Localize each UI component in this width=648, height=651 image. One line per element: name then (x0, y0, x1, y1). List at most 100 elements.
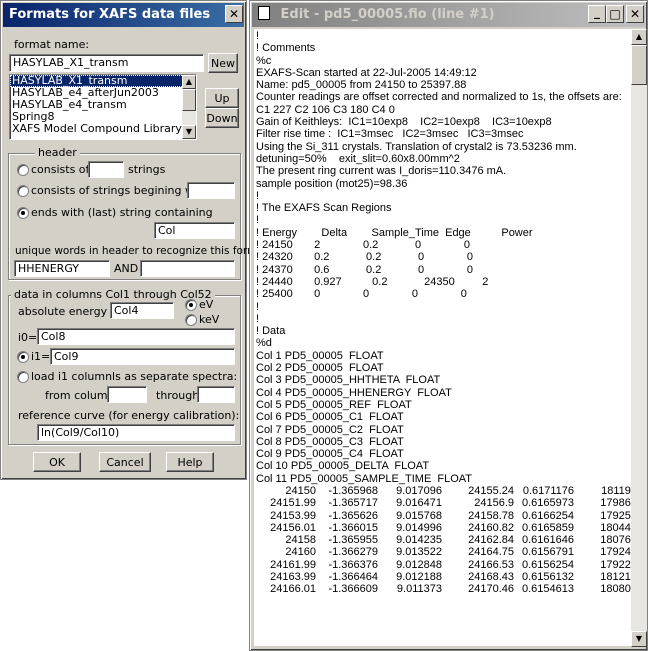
table-cell: 0.6154613 (522, 583, 574, 596)
table-cell: 0.6165859 (522, 521, 574, 534)
table-cell: 24161.99 (270, 558, 316, 571)
reference-curve-input[interactable]: ln(Col9/Col10) (37, 424, 235, 441)
table-cell: 179864 (600, 497, 632, 510)
table-cell: 181215 (600, 571, 632, 584)
table-cell: 24164.75 (468, 546, 514, 559)
through-input[interactable] (197, 386, 235, 403)
and-label: AND (114, 262, 139, 275)
formats-list-scrollbar[interactable]: ▲ ▼ (182, 75, 196, 139)
table-cell: 9.015768 (396, 509, 442, 522)
table-cell: -1.365717 (328, 497, 378, 510)
table-cell: 179243 (600, 546, 632, 559)
cancel-button[interactable]: Cancel (99, 452, 151, 472)
document-icon (258, 6, 270, 20)
table-cell: 9.012188 (396, 571, 442, 584)
i0-input[interactable]: Col8 (37, 328, 235, 345)
table-cell: 181193 (601, 484, 632, 497)
table-cell: 0.6171176 (522, 484, 574, 497)
ok-button[interactable]: OK (33, 452, 81, 472)
editor-window: Edit - pd5_00005.fio (line #1) _ □ ✕ !! … (249, 0, 648, 651)
formats-dialog: Formats for XAFS data files ✕ format nam… (0, 0, 268, 480)
table-row: 24163.99 -1.366464 9.012188 24168.43 0.61561… (254, 571, 632, 583)
load-i1-radio[interactable] (17, 371, 29, 383)
help-button[interactable]: Help (166, 452, 214, 472)
editor-titlebar[interactable]: Edit - pd5_00005.fio (line #1) (252, 3, 645, 27)
table-cell: 24153.99 (270, 509, 316, 522)
unique-word2-input[interactable] (140, 260, 235, 277)
scroll-up-icon[interactable]: ▲ (182, 75, 196, 89)
formats-dialog-titlebar[interactable]: Formats for XAFS data files (3, 3, 244, 27)
table-cell: 9.014235 (396, 534, 442, 547)
kev-radio[interactable] (185, 314, 197, 326)
text-line: %d (256, 337, 272, 350)
format-name-input[interactable]: HASYLAB_X1_transm (9, 54, 204, 72)
close-icon[interactable]: ✕ (225, 5, 243, 23)
scroll-down-icon[interactable]: ▼ (631, 631, 647, 647)
text-line: Col 5 PD5_00005_REF FLOAT (256, 398, 412, 411)
ends-with-label: ends with (last) string containing (31, 206, 213, 219)
table-cell: 180803 (600, 583, 632, 596)
ends-with-input[interactable]: Col (154, 222, 235, 239)
table-row: 24166.01 -1.366609 9.011373 24170.46 0.61546… (254, 583, 632, 595)
down-button[interactable]: Down (205, 108, 239, 128)
editor-text-area[interactable]: !! Comments %c EXAFS-Scan started at 22-Ju… (254, 29, 632, 646)
table-cell: 24170.46 (468, 583, 514, 596)
table-row: 24156.01 -1.366015 9.014996 24160.82 0.61658… (254, 522, 632, 534)
scroll-up-icon[interactable]: ▲ (631, 29, 647, 45)
columns-group-label: data in columns Col1 through Col52 (11, 288, 215, 301)
maximize-icon[interactable]: □ (606, 5, 624, 23)
through-label: through (156, 389, 200, 402)
kev-label: keV (199, 313, 220, 326)
load-i1-label: load i1 columnls as separate spectra: (31, 370, 238, 383)
text-line: EXAFS-Scan started at 22-Jul-2005 14:49:… (256, 66, 477, 79)
vertical-scrollbar[interactable]: ▲ ▼ (631, 29, 647, 647)
table-cell: -1.366376 (328, 558, 378, 571)
text-line: Col 1 PD5_00005 FLOAT (256, 349, 384, 362)
from-column-input[interactable] (107, 386, 147, 403)
i1-input[interactable]: Col9 (50, 348, 235, 365)
text-line: ! 24320 0.2 0.2 0 0 (256, 251, 474, 264)
table-cell: 9.011373 (396, 583, 442, 596)
text-line: Col 2 PD5_00005 FLOAT (256, 362, 384, 375)
table-cell: 24166.53 (468, 558, 514, 571)
consists-begin-input[interactable] (187, 182, 235, 199)
list-item[interactable]: XAFS Model Compound Library (10, 123, 196, 135)
consists-begin-radio[interactable] (17, 185, 29, 197)
table-cell: -1.366609 (328, 583, 378, 596)
data-rows: 24150 -1.365968 9.017096 24155.24 0.6171176 1… (254, 485, 632, 596)
scroll-down-icon[interactable]: ▼ (182, 125, 196, 139)
minimize-icon[interactable]: _ (588, 5, 606, 23)
table-cell: 0.6156791 (522, 546, 574, 559)
reference-curve-label: reference curve (for energy calibration)… (18, 409, 240, 422)
table-row: 24150 -1.365968 9.017096 24155.24 0.6171176 1… (254, 485, 632, 497)
scroll-thumb[interactable] (631, 45, 647, 85)
formats-list[interactable]: HASYLAB_X1_transm HASYLAB_e4_afterJun200… (9, 74, 197, 140)
scroll-thumb[interactable] (182, 89, 196, 111)
absolute-energy-input[interactable]: Col4 (110, 302, 174, 319)
text-line: Col 9 PD5_00005_C4 FLOAT (256, 448, 404, 461)
new-button[interactable]: New (208, 53, 238, 73)
table-cell: 24160.82 (468, 521, 514, 534)
text-line: sample position (mot25)=98.36 (256, 177, 408, 190)
i1-radio[interactable] (17, 351, 29, 363)
ends-with-radio[interactable] (17, 207, 29, 219)
text-line: Gain of Keithleys: IC1=10exp8 IC2=10exp8… (256, 116, 552, 129)
table-cell: 24156.9 (474, 497, 514, 510)
unique-word1-input[interactable]: HHENERGY (14, 260, 110, 277)
close-icon[interactable]: ✕ (626, 5, 644, 23)
unique-words-label: unique words in header to recognize this… (15, 245, 268, 257)
text-line: ! (256, 214, 260, 227)
up-button[interactable]: Up (205, 88, 239, 108)
i0-label: i0= (18, 331, 38, 344)
consists-of-radio[interactable] (17, 164, 29, 176)
table-row: 24158 -1.365955 9.014235 24162.84 0.6161646 1… (254, 534, 632, 546)
text-line: Col 3 PD5_00005_HHTHETA FLOAT (256, 374, 441, 387)
table-cell: 24151.99 (270, 497, 316, 510)
text-line: ! (256, 312, 260, 325)
text-line: Counter readings are offset corrected an… (256, 91, 622, 104)
text-line: ! The EXAFS Scan Regions (256, 202, 392, 215)
ev-radio[interactable] (185, 299, 197, 311)
consists-of-input[interactable] (88, 161, 124, 178)
table-cell: 9.013522 (396, 546, 442, 559)
formats-dialog-title: Formats for XAFS data files (9, 7, 211, 22)
